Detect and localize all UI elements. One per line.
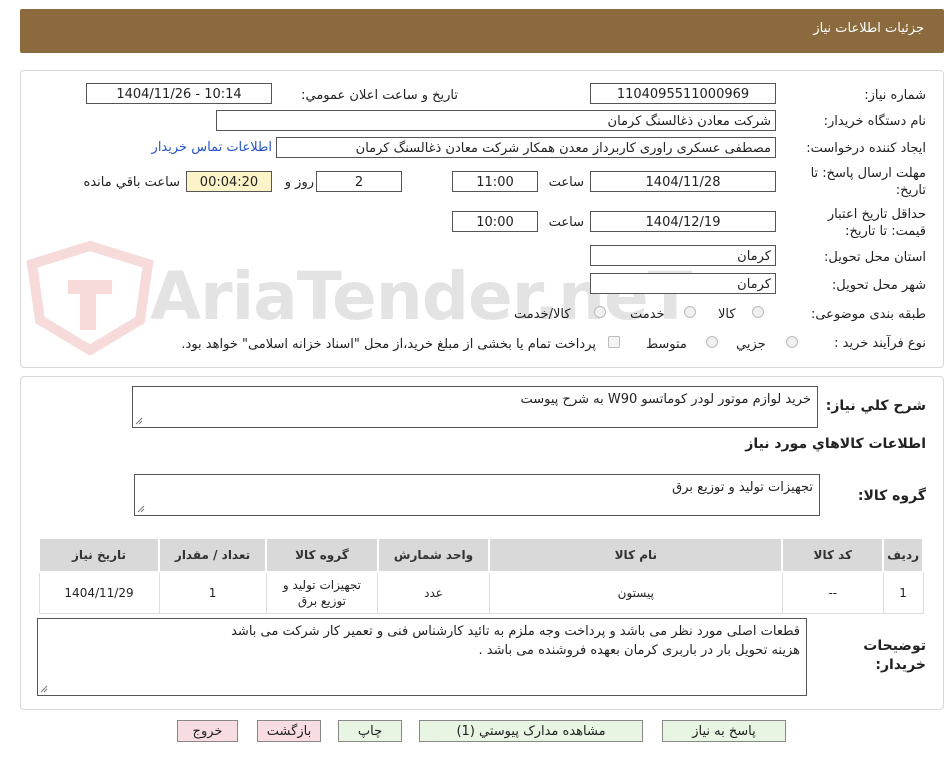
goods-group-text: تجهیزات تولید و توزیع برق <box>672 480 813 495</box>
summary-title-field: خرید لوازم موتور لودر کوماتسو W90 به شرح… <box>132 386 818 428</box>
category-label: طبقه بندی موضوعی: <box>810 307 926 322</box>
col-quantity: تعداد / مقدار <box>158 537 268 573</box>
validity-time-field: 10:00 <box>452 211 538 232</box>
treasury-payment-note: پرداخت تمام يا بخشی از مبلغ خريد،از محل … <box>181 337 596 352</box>
process-radio-medium[interactable] <box>706 336 718 348</box>
category-option-goods: کالا <box>718 307 736 322</box>
reply-button[interactable]: پاسخ به نياز <box>662 720 786 742</box>
col-unit: واحد شمارش <box>376 537 491 573</box>
buyer-org-field: شرکت معادن ذغالسنگ کرمان <box>216 110 776 131</box>
announce-field: 1404/11/26 - 10:14 <box>86 83 272 104</box>
goods-table-header: رديف کد کالا نام کالا واحد شمارش گروه کا… <box>37 537 924 573</box>
cell-quantity: 1 <box>158 571 267 614</box>
buyer-notes-field: قطعات اصلی مورد نظر می باشد و پرداخت وجه… <box>37 618 807 696</box>
resize-grip-icon[interactable] <box>135 417 143 425</box>
province-field: کرمان <box>590 245 776 266</box>
deadline-time-label: ساعت <box>548 175 584 190</box>
category-option-service: خدمت <box>630 307 665 322</box>
cell-item-name: پیستون <box>488 571 783 614</box>
deadline-time-field: 11:00 <box>452 171 538 192</box>
cell-row-number: 1 <box>882 571 924 614</box>
deadline-label-line2: تاریخ: <box>895 183 926 198</box>
print-button[interactable]: چاپ <box>338 720 402 742</box>
days-label: روز و <box>284 175 314 190</box>
validity-label-line1: حداقل تاريخ اعتبار <box>827 207 926 222</box>
goods-group-field: تجهیزات تولید و توزیع برق <box>134 474 820 516</box>
days-field: 2 <box>316 171 402 192</box>
announce-label: تاریخ و ساعت اعلان عمومي: <box>301 88 458 103</box>
remaining-time-field: 00:04:20 <box>186 171 272 192</box>
remaining-time-label: ساعت باقي مانده <box>83 175 180 190</box>
deadline-label-line1: مهلت ارسال پاسخ: تا <box>810 166 926 181</box>
deadline-date-field: 1404/11/28 <box>590 171 776 192</box>
province-label: استان محل تحويل: <box>824 250 926 265</box>
col-item-code: کد کالا <box>781 537 885 573</box>
city-label: شهر محل تحويل: <box>831 278 926 293</box>
buyer-org-label: نام دستگاه خريدار: <box>823 114 926 129</box>
col-row-number: رديف <box>882 537 924 573</box>
buyer-notes-label-line1: توضيحات <box>863 638 926 654</box>
process-option-minor: جزيي <box>736 337 766 352</box>
treasury-payment-checkbox[interactable] <box>608 336 620 348</box>
exit-button[interactable]: خروج <box>177 720 238 742</box>
validity-time-label: ساعت <box>548 215 584 230</box>
back-button[interactable]: بازگشت <box>257 720 321 742</box>
process-label: نوع فرآيند خريد : <box>834 336 926 351</box>
buyer-notes-label-line2: خريدار: <box>875 657 926 673</box>
category-option-goods-service: کالا/خدمت <box>514 307 571 322</box>
cell-unit: عدد <box>377 571 490 614</box>
view-attachments-button[interactable]: مشاهده مدارک پيوستي (1) <box>419 720 643 742</box>
category-radio-goods[interactable] <box>752 306 764 318</box>
resize-grip-icon[interactable] <box>137 505 145 513</box>
need-number-label: شماره نیاز: <box>864 88 926 103</box>
validity-label-line2: قيمت: تا تاريخ: <box>845 224 926 239</box>
cell-item-code: -- <box>781 571 884 614</box>
process-option-medium: متوسط <box>646 337 687 352</box>
requester-label: ايجاد کننده درخواست: <box>806 141 926 156</box>
validity-date-field: 1404/12/19 <box>590 211 776 232</box>
category-radio-service[interactable] <box>684 306 696 318</box>
goods-info-title: اطلاعات کالاهاي مورد نياز <box>745 436 926 452</box>
table-row: 1 -- پیستون عدد تجهیزات تولید و توزیع بر… <box>38 571 924 614</box>
cell-item-group: تجهیزات تولید و توزیع برق <box>265 571 379 614</box>
goods-group-label: گروه کالا: <box>857 488 926 504</box>
city-field: کرمان <box>590 273 776 294</box>
summary-title-label: شرح کلي نياز: <box>825 398 926 414</box>
page-title: جزئیات اطلاعات نیاز <box>813 21 924 36</box>
buyer-contact-link[interactable]: اطلاعات تماس خريدار <box>152 140 272 155</box>
page-header: جزئیات اطلاعات نیاز <box>20 9 944 53</box>
summary-title-text: خرید لوازم موتور لودر کوماتسو W90 به شرح… <box>520 392 812 407</box>
process-radio-minor[interactable] <box>786 336 798 348</box>
goods-table: رديف کد کالا نام کالا واحد شمارش گروه کا… <box>37 537 924 614</box>
buyer-notes-line2: هزینه تحویل بار در باربری کرمان بعهده فر… <box>478 643 801 658</box>
resize-grip-icon[interactable] <box>40 685 48 693</box>
buyer-notes-line1: قطعات اصلی مورد نظر می باشد و پرداخت وجه… <box>231 624 800 639</box>
col-item-group: گروه کالا <box>265 537 379 573</box>
category-radio-goods-service[interactable] <box>594 306 606 318</box>
col-need-date: تاریخ نیاز <box>37 537 161 573</box>
requester-field: مصطفی عسکری راوری کاربرداز معدن همکار شر… <box>276 137 776 158</box>
cell-need-date: 1404/11/29 <box>38 571 160 614</box>
col-item-name: نام کالا <box>488 537 784 573</box>
need-number-field: 1104095511000969 <box>590 83 776 104</box>
